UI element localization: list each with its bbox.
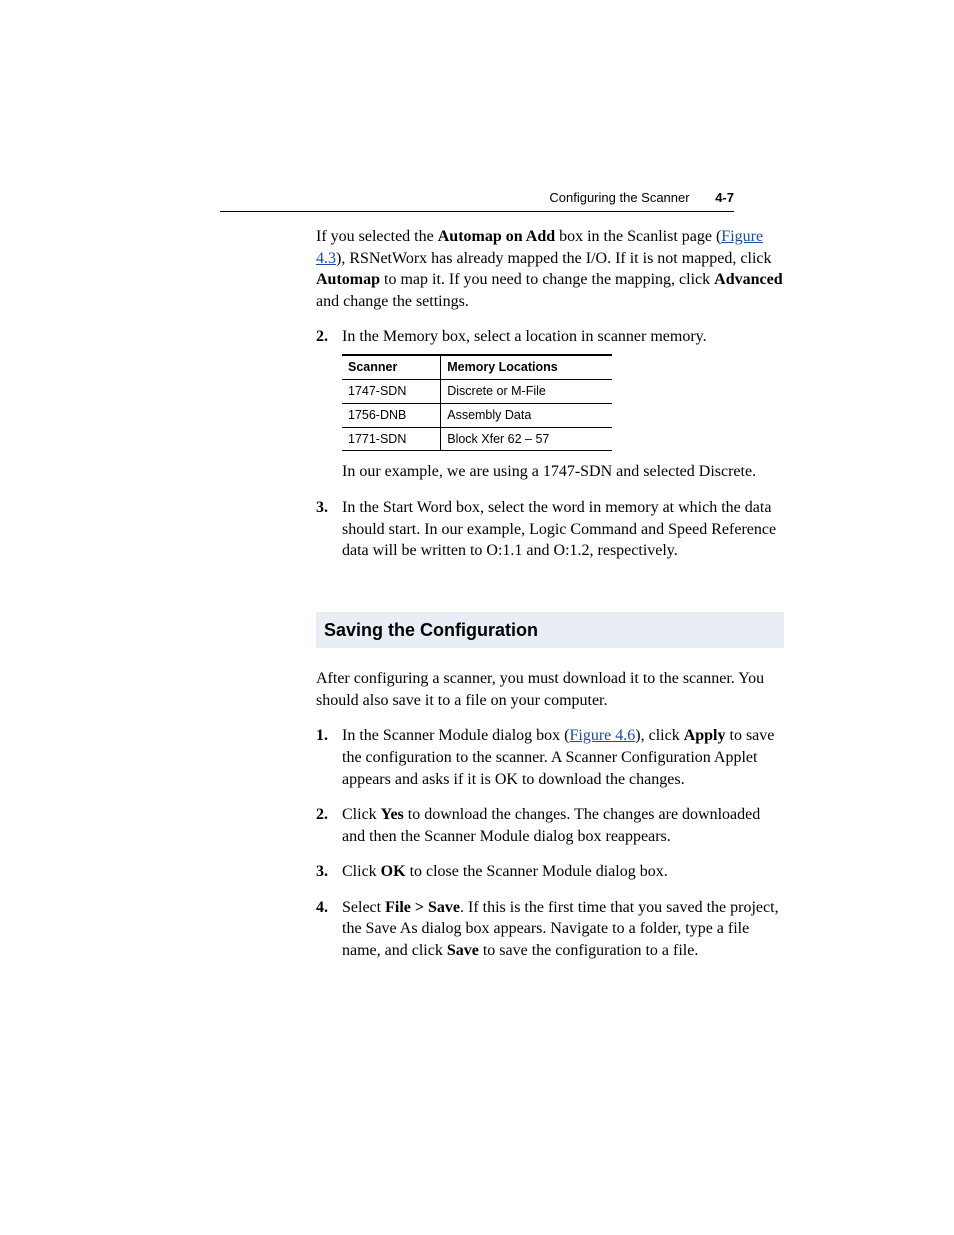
cell-memory-location: Assembly Data (441, 403, 612, 427)
text: Click (342, 863, 381, 880)
automap-on-add-label: Automap on Add (438, 228, 555, 245)
list-number: 2. (316, 326, 342, 483)
text: Click (342, 806, 381, 823)
text: to close the Scanner Module dialog box. (406, 863, 668, 880)
save-step-4-text: Select File > Save. If this is the first… (342, 897, 784, 962)
page-header: Configuring the Scanner 4-7 (220, 190, 734, 212)
step-3: 3. In the Start Word box, select the wor… (316, 497, 784, 562)
table-header-memory-locations: Memory Locations (441, 355, 612, 379)
section-body: After configuring a scanner, you must do… (316, 668, 784, 962)
save-step-2: 2. Click Yes to download the changes. Th… (316, 804, 784, 847)
text: to map it. If you need to change the map… (380, 271, 714, 288)
save-step-1-text: In the Scanner Module dialog box (Figure… (342, 725, 784, 790)
list-number: 3. (316, 497, 342, 562)
cell-memory-location: Discrete or M-File (441, 379, 612, 403)
text: In the Scanner Module dialog box ( (342, 727, 570, 744)
save-step-2-text: Click Yes to download the changes. The c… (342, 804, 784, 847)
table-row: 1756-DNB Assembly Data (342, 403, 612, 427)
figure-4-6-link[interactable]: Figure 4.6 (570, 727, 636, 744)
text: ), RSNetWorx has already mapped the I/O.… (336, 250, 771, 267)
cell-memory-location: Block Xfer 62 – 57 (441, 427, 612, 451)
table-header-scanner: Scanner (342, 355, 441, 379)
text: to save the configuration to a file. (479, 942, 698, 959)
header-title: Configuring the Scanner (549, 190, 689, 205)
section-heading-saving-configuration: Saving the Configuration (316, 612, 784, 648)
table-row: 1747-SDN Discrete or M-File (342, 379, 612, 403)
step-3-text: In the Start Word box, select the word i… (342, 497, 784, 562)
file-save-label: File > Save (385, 899, 460, 916)
cell-scanner: 1756-DNB (342, 403, 441, 427)
memory-locations-table-wrap: Scanner Memory Locations 1747-SDN Discre… (342, 354, 612, 452)
step-2-body: In the Memory box, select a location in … (342, 326, 784, 483)
text: to download the changes. The changes are… (342, 806, 760, 845)
save-label: Save (447, 942, 479, 959)
table-note: In our example, we are using a 1747-SDN … (342, 461, 784, 483)
header-page-number: 4-7 (715, 190, 734, 205)
cell-scanner: 1747-SDN (342, 379, 441, 403)
yes-label: Yes (381, 806, 404, 823)
apply-label: Apply (684, 727, 726, 744)
save-step-4: 4. Select File > Save. If this is the fi… (316, 897, 784, 962)
text: Select (342, 899, 385, 916)
step-2: 2. In the Memory box, select a location … (316, 326, 784, 483)
page: Configuring the Scanner 4-7 If you selec… (0, 0, 954, 1235)
cell-scanner: 1771-SDN (342, 427, 441, 451)
text: In the Memory box, select a location in … (342, 328, 707, 345)
memory-locations-table: Scanner Memory Locations 1747-SDN Discre… (342, 354, 612, 452)
automap-label: Automap (316, 271, 380, 288)
list-number: 2. (316, 804, 342, 847)
text: ), click (635, 727, 683, 744)
save-step-3: 3. Click OK to close the Scanner Module … (316, 861, 784, 883)
table-row: 1771-SDN Block Xfer 62 – 57 (342, 427, 612, 451)
text: box in the Scanlist page ( (555, 228, 721, 245)
section-lead: After configuring a scanner, you must do… (316, 668, 784, 711)
save-step-3-text: Click OK to close the Scanner Module dia… (342, 861, 784, 883)
save-step-1: 1. In the Scanner Module dialog box (Fig… (316, 725, 784, 790)
advanced-label: Advanced (714, 271, 782, 288)
ok-label: OK (381, 863, 406, 880)
list-number: 1. (316, 725, 342, 790)
list-number: 4. (316, 897, 342, 962)
body-content: If you selected the Automap on Add box i… (316, 226, 784, 962)
text: and change the settings. (316, 293, 469, 310)
text: If you selected the (316, 228, 438, 245)
list-number: 3. (316, 861, 342, 883)
intro-paragraph: If you selected the Automap on Add box i… (316, 226, 784, 312)
